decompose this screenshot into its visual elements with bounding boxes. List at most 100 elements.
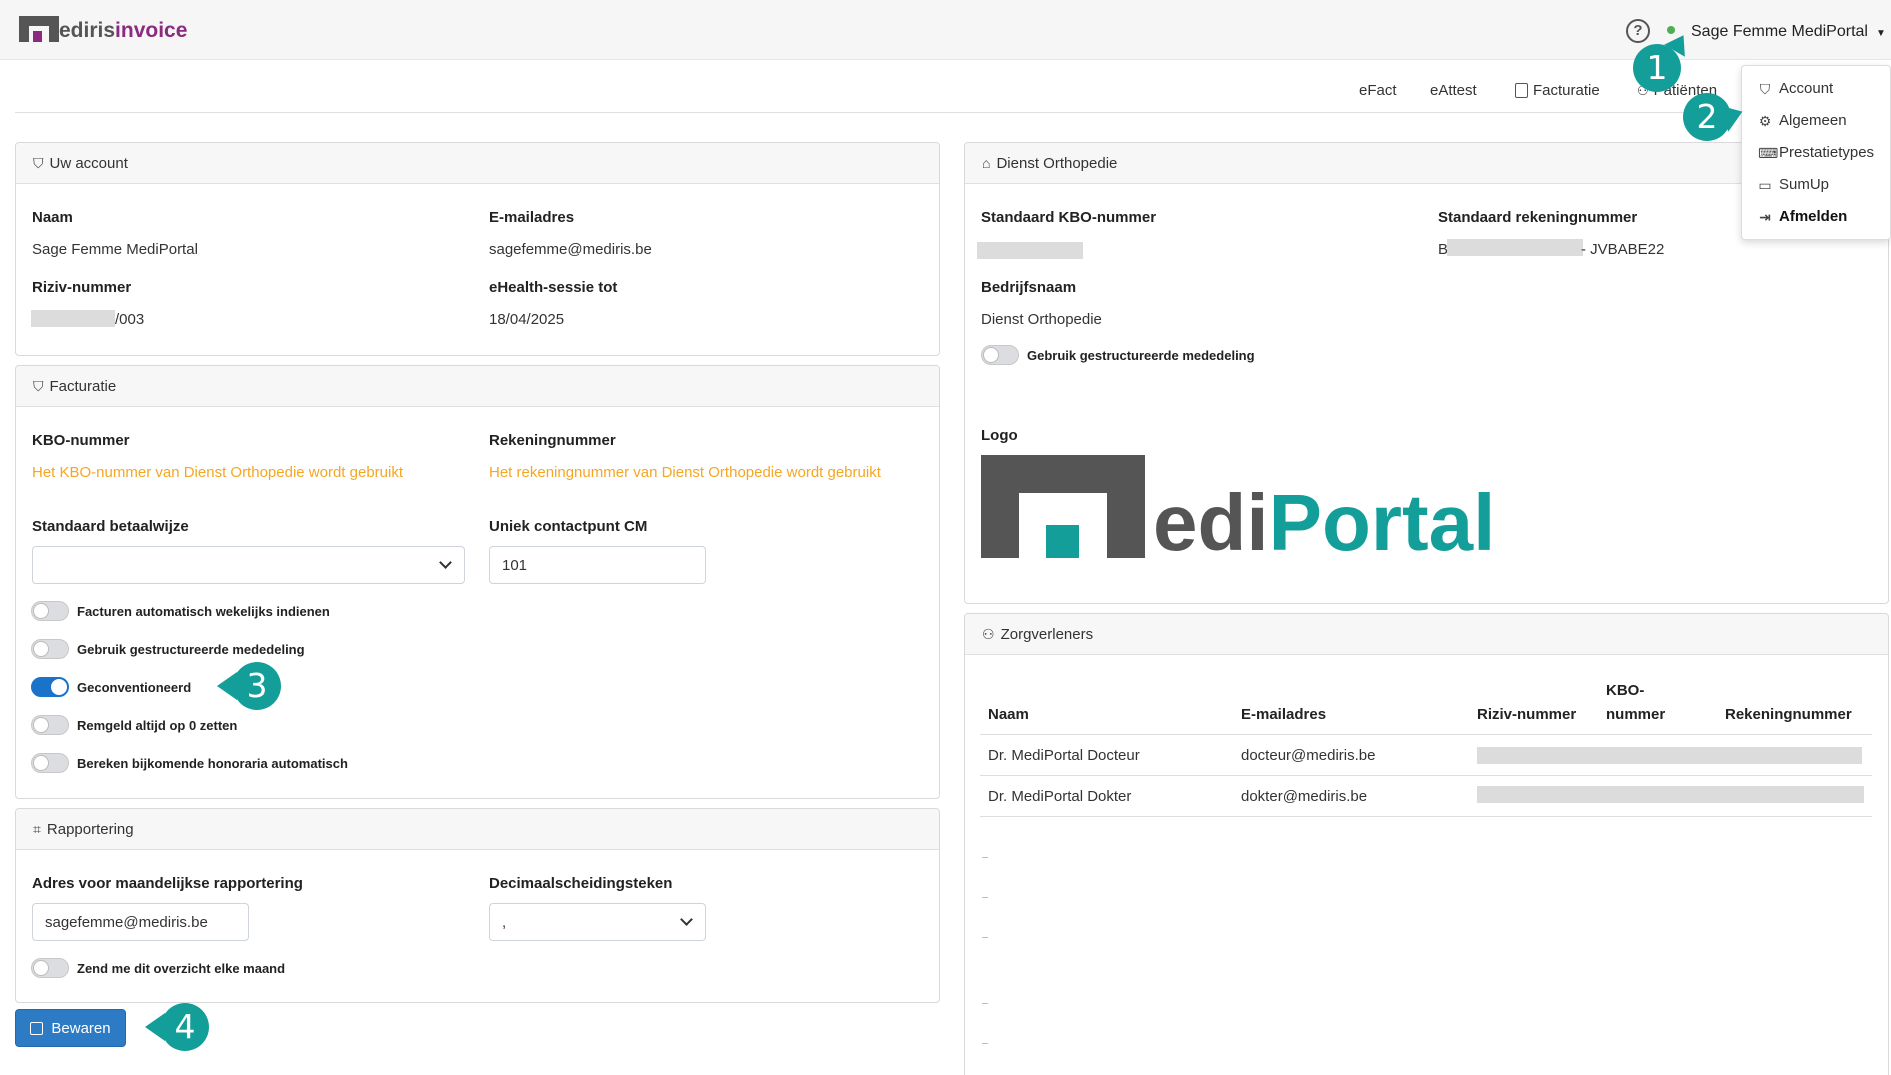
caret-down-icon: ▼ (1875, 28, 1886, 39)
dash-mark (982, 1043, 988, 1044)
bedrijf-label: Bedrijfsnaam (981, 279, 1077, 296)
app-logo[interactable]: edirisinvoice (19, 16, 187, 42)
table-row-line (980, 816, 1872, 817)
account-card-header: ⛉ Uw account (16, 143, 939, 184)
dash-mark (982, 897, 988, 898)
toggle-dienst-gestructureerd[interactable] (981, 345, 1019, 365)
logo-name: ediris (59, 19, 116, 42)
keyboard-icon: ⌨ (1758, 144, 1779, 161)
users-icon: ⚇ (982, 625, 995, 642)
adres-input[interactable]: sagefemme@mediris.be (32, 903, 249, 941)
menu-item-sumup[interactable]: ▭ SumUp (1758, 176, 1829, 193)
shield-icon: ⛉ (33, 377, 44, 394)
save-icon (30, 1021, 44, 1035)
contactpunt-label: Uniek contactpunt CM (489, 518, 648, 535)
riziv-label: Riziv-nummer (32, 279, 132, 296)
rekening-label: Rekeningnummer (489, 432, 616, 449)
chart-icon: ⌗ (33, 820, 41, 837)
zorgverleners-card: ⚇ Zorgverleners (964, 613, 1889, 1075)
dienst-kbo-redacted (977, 242, 1083, 259)
col-rekening[interactable]: Rekeningnummer (1725, 706, 1852, 723)
save-button[interactable]: Bewaren (15, 1009, 126, 1047)
callout-3: 3 (217, 662, 281, 710)
help-icon[interactable]: ? (1626, 19, 1650, 43)
riziv-suffix: /003 (115, 311, 145, 328)
betaalwijze-label: Standaard betaalwijze (32, 518, 189, 535)
ehealth-label: eHealth-sessie tot (489, 279, 618, 296)
decimaal-select[interactable]: , (489, 903, 706, 941)
toggle-row-maandelijks[interactable]: Zend me dit overzicht elke maand (31, 958, 285, 978)
rekening-value: Het rekeningnummer van Dienst Orthopedie… (489, 464, 881, 481)
logout-icon: ⇥ (1759, 208, 1771, 225)
col-riziv[interactable]: Riziv-nummer (1477, 706, 1576, 723)
naam-label: Naam (32, 209, 73, 226)
callout-4: 4 (145, 1003, 209, 1051)
rapportering-card-header: ⌗ Rapportering (16, 809, 939, 850)
toggle-gestructureerd[interactable] (31, 639, 69, 659)
nav-facturatie[interactable]: Facturatie (1515, 82, 1600, 99)
user-menu-toggle[interactable]: Sage Femme MediPortal ▼ (1691, 23, 1886, 41)
toggle-maandelijks[interactable] (31, 958, 69, 978)
col-email[interactable]: E-mailadres (1241, 706, 1326, 723)
toggle-row-remgeld[interactable]: Remgeld altijd op 0 zetten (31, 715, 237, 735)
logo-text-portal: Portal (1268, 478, 1496, 567)
gear-icon: ⚙ (1758, 112, 1772, 129)
dienst-kbo-label: Standaard KBO-nummer (981, 209, 1157, 226)
nav-eattest[interactable]: eAttest (1430, 82, 1477, 99)
dienst-rekening-label: Standaard rekeningnummer (1438, 209, 1638, 226)
dienst-rekening-suffix: - JVBABE22 (1581, 241, 1665, 258)
row2-redacted (1477, 786, 1864, 803)
kbo-value: Het KBO-nummer van Dienst Orthopedie wor… (32, 464, 403, 481)
chevron-down-icon (439, 556, 452, 569)
chevron-down-icon (680, 913, 693, 926)
row1-redacted (1477, 747, 1862, 764)
col-naam[interactable]: Naam (988, 706, 1029, 723)
menu-item-prestatietypes[interactable]: ⌨ Prestatietypes (1758, 144, 1874, 161)
logo-text-edi: edi (1153, 478, 1269, 567)
row2-naam: Dr. MediPortal Dokter (988, 788, 1132, 805)
toggle-row-dienst-gestructureerd[interactable]: Gebruik gestructureerde mededeling (981, 345, 1255, 365)
logo-suffix: invoice (115, 19, 188, 42)
bedrijf-value: Dienst Orthopedie (981, 311, 1102, 328)
toggle-row-honoraria[interactable]: Bereken bijkomende honoraria automatisch (31, 753, 348, 773)
toggle-geconventioneerd[interactable] (31, 677, 69, 697)
toggle-wekelijks[interactable] (31, 601, 69, 621)
betaalwijze-select[interactable] (32, 546, 465, 584)
home-icon: ⌂ (982, 155, 991, 171)
card-icon: ▭ (1758, 176, 1772, 193)
kbo-label: KBO-nummer (32, 432, 130, 449)
toggle-row-wekelijks[interactable]: Facturen automatisch wekelijks indienen (31, 601, 330, 621)
decimaal-label: Decimaalscheidingsteken (489, 875, 673, 892)
ehealth-value: 18/04/2025 (489, 311, 565, 328)
adres-label: Adres voor maandelijkse rapportering (32, 875, 303, 892)
document-icon (1515, 83, 1528, 98)
dienst-rekening-redacted (1447, 239, 1583, 256)
row2-email: dokter@mediris.be (1241, 788, 1368, 805)
user-name: Sage Femme MediPortal (1691, 23, 1868, 40)
mediportal-logo: ediPortal (981, 455, 1495, 567)
nav-divider (15, 112, 1875, 113)
email-label: E-mailadres (489, 209, 575, 226)
user-dropdown-menu: ⛉ Account ⚙ Algemeen ⌨ Prestatietypes ▭ SumU… (1741, 65, 1891, 240)
toggle-row-gestructureerd[interactable]: Gebruik gestructureerde mededeling (31, 639, 305, 659)
row1-naam: Dr. MediPortal Docteur (988, 747, 1140, 764)
account-card: ⛉ Uw account Naam Sage Femme MediPortal E… (15, 142, 940, 356)
menu-item-afmelden[interactable]: ⇥ Afmelden (1758, 208, 1847, 225)
zorgverleners-card-header: ⚇ Zorgverleners (965, 614, 1888, 655)
dash-mark (982, 1003, 988, 1004)
toggle-remgeld[interactable] (31, 715, 69, 735)
col-kbo-line2[interactable]: nummer (1606, 706, 1665, 723)
logo-mark (19, 16, 59, 42)
top-bar: edirisinvoice ? Sage Femme MediPortal ▼ (0, 0, 1891, 60)
naam-value: Sage Femme MediPortal (32, 241, 198, 258)
contactpunt-input[interactable]: 101 (489, 546, 706, 584)
nav-efact[interactable]: eFact (1359, 82, 1397, 99)
dash-mark (982, 937, 988, 938)
col-kbo-line1[interactable]: KBO- (1606, 682, 1644, 699)
logo-label: Logo (981, 427, 1018, 444)
toggle-honoraria[interactable] (31, 753, 69, 773)
menu-item-algemeen[interactable]: ⚙ Algemeen (1758, 112, 1847, 129)
table-header-line (980, 734, 1872, 735)
menu-item-account[interactable]: ⛉ Account (1758, 80, 1833, 97)
toggle-row-geconventioneerd[interactable]: Geconventioneerd (31, 677, 191, 697)
